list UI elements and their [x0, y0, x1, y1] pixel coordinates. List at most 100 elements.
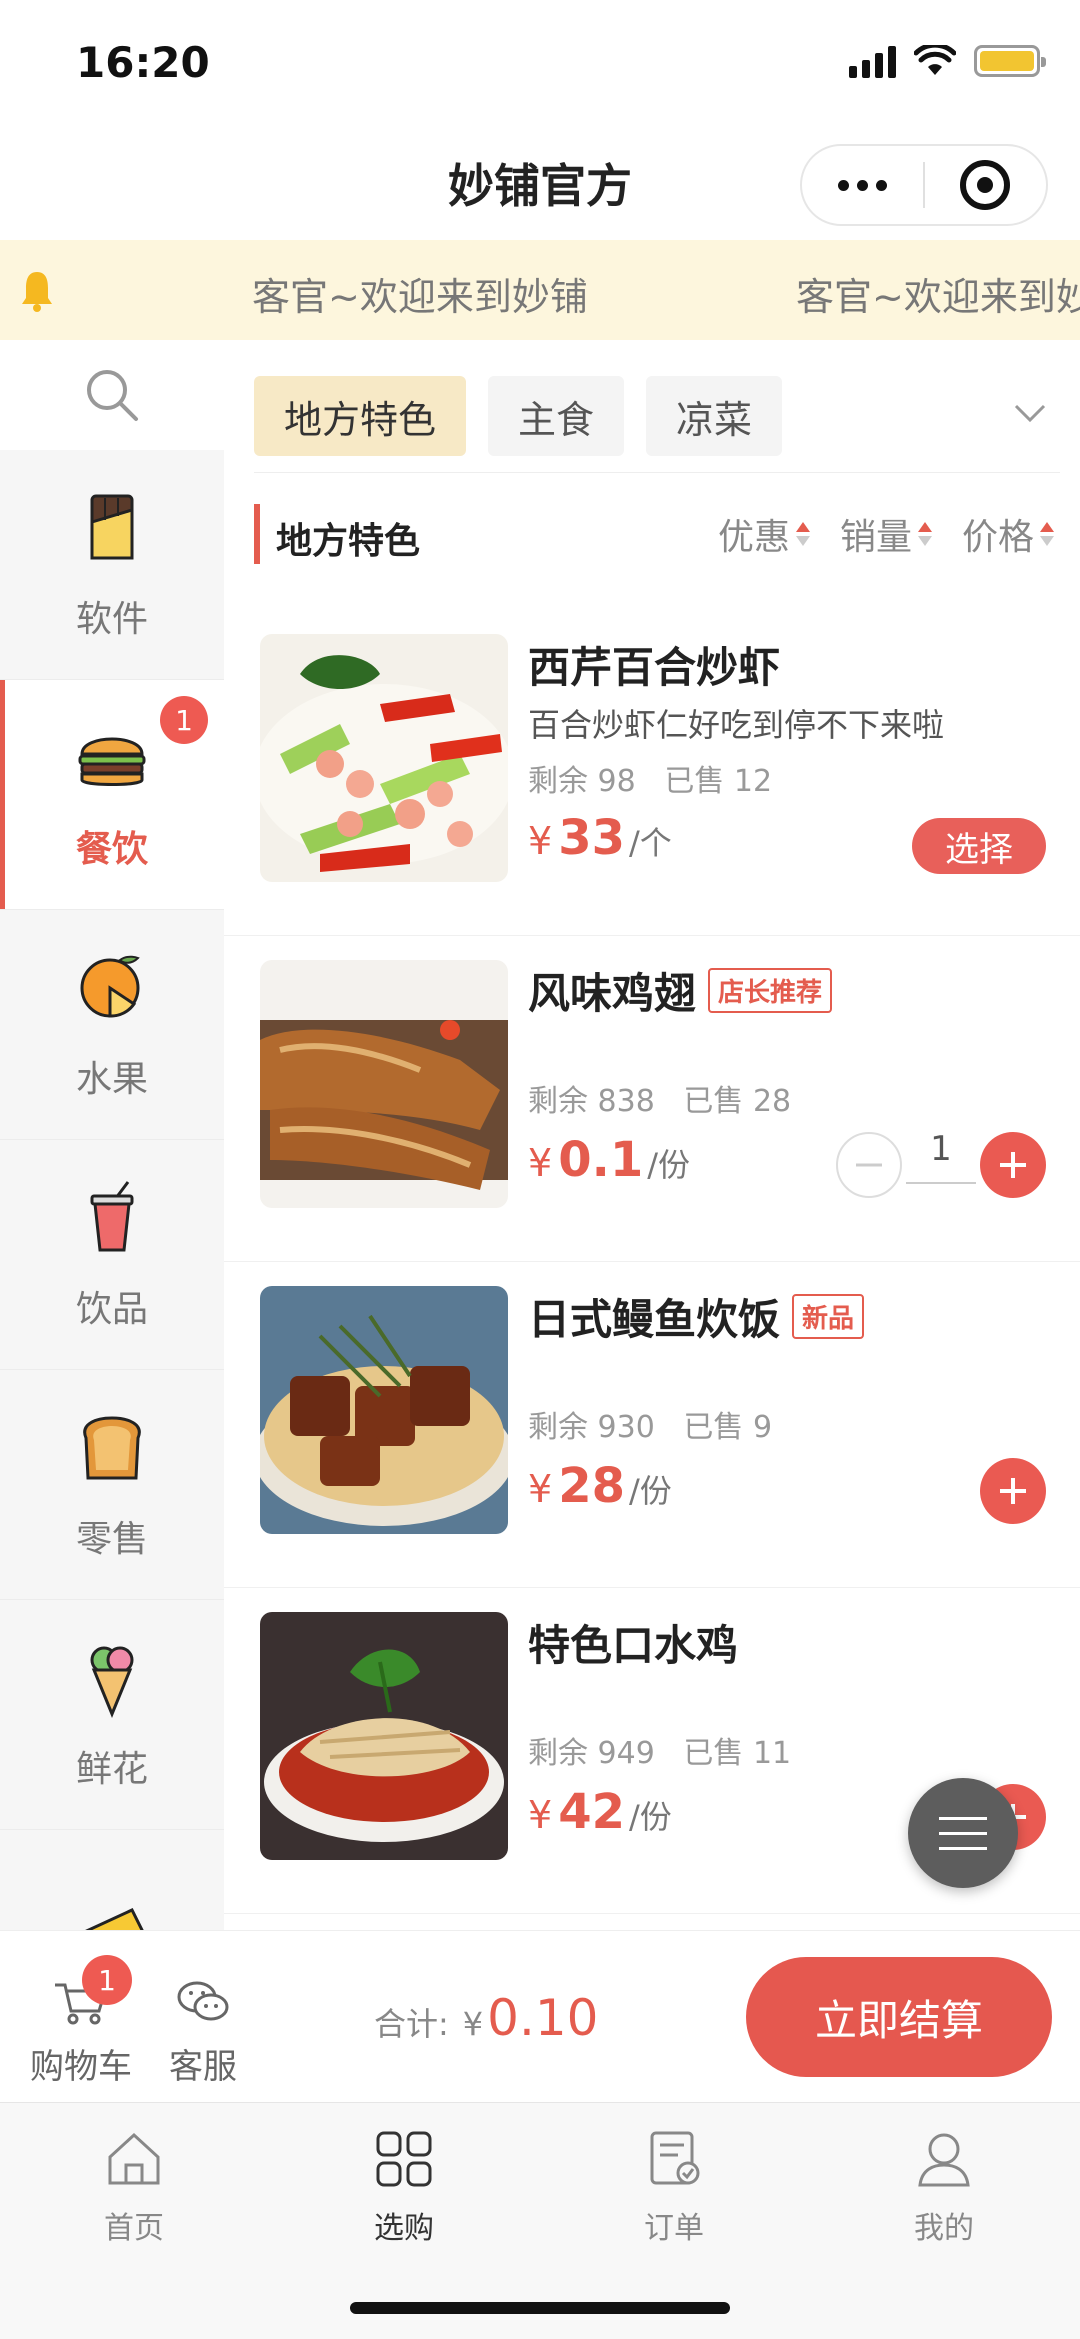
search-button[interactable] [0, 340, 224, 450]
product-item[interactable]: 日式鳗鱼炊饭 新品 剩余 930 已售 9 ¥ 28 /份 [224, 1262, 1080, 1588]
section-header: 地方特色 优惠 销量 价格 [254, 502, 1054, 566]
decrease-quantity-button[interactable] [836, 1132, 902, 1198]
sidebar-item-fruit[interactable]: 水果 [0, 910, 224, 1140]
tab-cold-dish[interactable]: 凉菜 [646, 376, 783, 456]
total-amount: 0.10 [487, 1989, 599, 2047]
sidebar-item-more[interactable] [0, 1830, 224, 1930]
close-mini-program-button[interactable] [925, 146, 1046, 224]
product-name-row: 特色口水鸡 [528, 1612, 738, 1673]
select-button[interactable]: 选择 [912, 818, 1046, 874]
product-description: 百合炒虾仁好吃到停不下来啦 [528, 706, 945, 744]
sidebar-item-retail[interactable]: 零售 [0, 1370, 224, 1600]
grid-icon [376, 2131, 432, 2187]
sidebar-item-drinks[interactable]: 饮品 [0, 1140, 224, 1370]
sort-discount[interactable]: 优惠 [718, 508, 810, 560]
price-unit: /份 [647, 1146, 691, 1184]
sort-label: 销量 [839, 517, 912, 558]
add-to-cart-button[interactable] [980, 1458, 1046, 1524]
product-name: 日式鳗鱼炊饭 [528, 1295, 781, 1344]
stock-remaining: 剩余 930 [528, 1410, 655, 1445]
product-name-row: 风味鸡翅 店长推荐 [528, 960, 833, 1021]
sidebar-item-label: 软件 [75, 598, 148, 640]
section-accent-bar [254, 504, 260, 564]
tab-home[interactable]: 首页 [54, 2127, 214, 2247]
stock-sold: 已售 12 [664, 764, 773, 799]
price-amount: 33 [558, 810, 625, 866]
sidebar-item-label: 餐饮 [75, 828, 148, 870]
price-amount: 42 [558, 1784, 625, 1840]
stock-remaining: 剩余 949 [528, 1736, 655, 1771]
tab-shop[interactable]: 选购 [324, 2127, 484, 2247]
tab-orders[interactable]: 订单 [594, 2127, 754, 2247]
sort-label: 价格 [961, 517, 1034, 558]
product-stock: 剩余 98 已售 12 [528, 756, 772, 800]
price-unit: /份 [628, 1472, 672, 1510]
cheese-icon [84, 1907, 144, 1930]
chocolate-icon [90, 494, 134, 559]
stock-sold: 已售 9 [683, 1410, 773, 1445]
stock-sold: 已售 11 [683, 1736, 792, 1771]
more-button[interactable] [802, 146, 923, 224]
chevron-down-icon[interactable] [1010, 394, 1050, 434]
ice-cream-icon [90, 1646, 134, 1718]
plus-icon [1000, 1152, 1026, 1178]
mini-program-capsule [800, 144, 1048, 226]
product-image [260, 1286, 508, 1534]
subcategory-tabs: 地方特色 主食 凉菜 [254, 376, 783, 456]
checkout-button[interactable]: 立即结算 [746, 1957, 1052, 2077]
product-price: ¥ 42 /份 [528, 1784, 672, 1840]
sidebar-item-label: 饮品 [75, 1288, 148, 1330]
sidebar-item-catering[interactable]: 1 餐饮 [0, 680, 224, 910]
bread-icon [83, 1415, 141, 1479]
battery-icon [974, 45, 1046, 77]
sidebar-item-software[interactable]: 软件 [0, 450, 224, 680]
product-stock: 剩余 949 已售 11 [528, 1728, 791, 1772]
stock-remaining: 剩余 98 [528, 764, 636, 799]
increase-quantity-button[interactable] [980, 1132, 1046, 1198]
cart-button[interactable]: 1 购物车 [26, 1955, 136, 2088]
customer-service-button[interactable]: 客服 [148, 1971, 258, 2088]
product-name-row: 日式鳗鱼炊饭 新品 [528, 1286, 865, 1347]
sort-sales[interactable]: 销量 [840, 508, 932, 560]
cart-label: 购物车 [30, 2047, 132, 2087]
menu-icon [939, 1816, 987, 1820]
tab-staple[interactable]: 主食 [488, 376, 625, 456]
floating-menu-button[interactable] [908, 1778, 1018, 1888]
product-name: 西芹百合炒虾 [528, 643, 781, 692]
notice-text-repeat: 客官~欢迎来到妙铺 [796, 275, 1080, 319]
minus-icon [856, 1163, 882, 1167]
app-header: 妙铺官方 [0, 130, 1080, 240]
sort-arrows-icon [917, 522, 932, 546]
product-item[interactable]: 风味鸡翅 店长推荐 剩余 838 已售 28 ¥ 0.1 /份 1 [224, 936, 1080, 1262]
product-panel: 地方特色 主食 凉菜 地方特色 优惠 销量 价格 西芹百合炒虾 百合炒虾仁好吃到… [224, 340, 1080, 1930]
product-name: 风味鸡翅 [528, 969, 697, 1018]
plus-icon [1000, 1478, 1026, 1504]
user-icon [918, 2133, 970, 2187]
price-currency: ¥ [528, 1141, 553, 1185]
tab-local-specialty[interactable]: 地方特色 [254, 376, 467, 456]
sidebar-item-flowers[interactable]: 鲜花 [0, 1600, 224, 1830]
product-price: ¥ 28 /份 [528, 1458, 672, 1514]
product-name-row: 西芹百合炒虾 [528, 634, 780, 695]
section-title: 地方特色 [276, 521, 421, 562]
service-label: 客服 [169, 2047, 237, 2087]
home-indicator [350, 2302, 730, 2314]
category-sidebar: 软件 1 餐饮 水果 饮品 零售 鲜花 [0, 340, 224, 1930]
product-item[interactable]: 西芹百合炒虾 百合炒虾仁好吃到停不下来啦 剩余 98 已售 12 ¥ 33 /个… [224, 610, 1080, 936]
order-icon [650, 2131, 700, 2185]
stock-remaining: 剩余 838 [528, 1084, 655, 1119]
tab-mine[interactable]: 我的 [864, 2127, 1024, 2247]
search-icon [87, 370, 138, 421]
more-dots-icon [838, 179, 849, 191]
sort-price[interactable]: 价格 [962, 508, 1054, 560]
quantity-value[interactable]: 1 [906, 1124, 976, 1184]
product-image [260, 960, 508, 1208]
product-stock: 剩余 838 已售 28 [528, 1076, 791, 1120]
sort-options: 优惠 销量 价格 [718, 508, 1054, 560]
signal-icon [849, 44, 896, 78]
recommend-tag: 店长推荐 [708, 968, 833, 1013]
burger-icon [78, 737, 146, 786]
checkout-bar: 1 购物车 客服 合计: ¥ 0.10 立即结算 [0, 1930, 1080, 2102]
bell-icon [22, 272, 52, 312]
order-total: 合计: ¥ 0.10 [374, 1989, 598, 2047]
